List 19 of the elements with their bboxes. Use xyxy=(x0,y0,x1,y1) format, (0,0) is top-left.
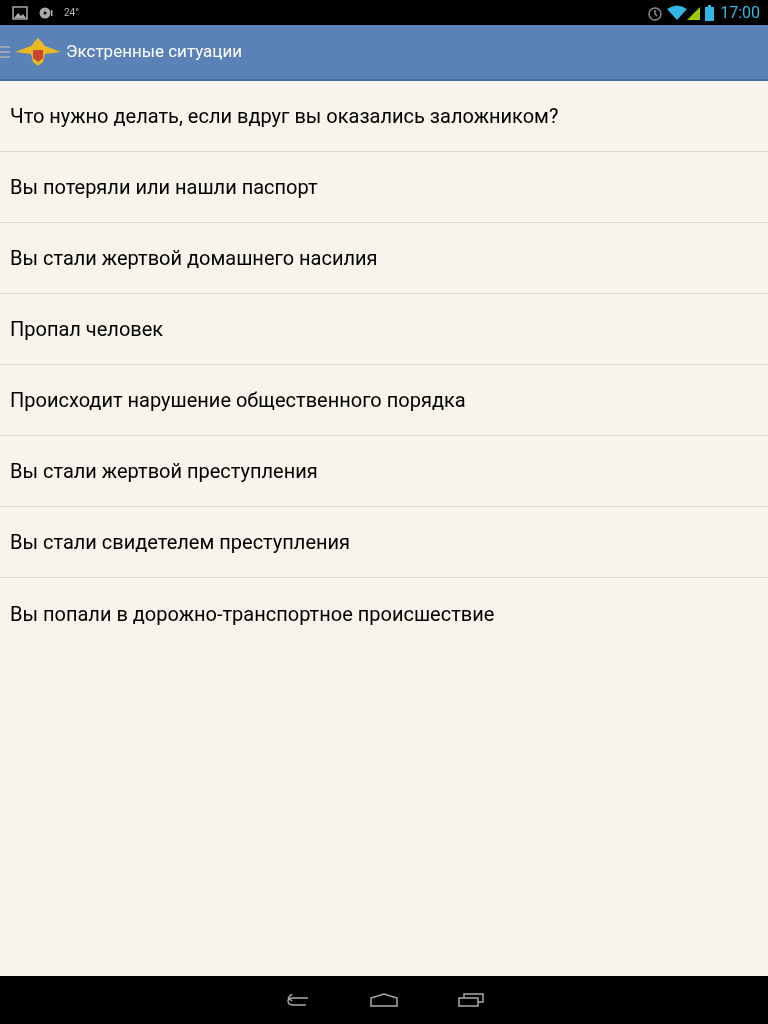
home-icon[interactable] xyxy=(370,993,398,1007)
list-item[interactable]: Происходит нарушение общественного порядка xyxy=(0,365,768,436)
clock-text: 17:00 xyxy=(720,1,760,24)
alarm-icon xyxy=(647,4,664,21)
recent-apps-icon[interactable] xyxy=(458,993,484,1007)
temperature-text: 24° xyxy=(64,6,79,20)
wifi-icon xyxy=(667,4,688,21)
list-item[interactable]: Вы стали жертвой домашнего насилия xyxy=(0,223,768,294)
picture-icon xyxy=(12,5,28,20)
back-icon[interactable] xyxy=(284,993,310,1007)
list-item[interactable]: Вы стали жертвой преступления xyxy=(0,436,768,507)
list-item[interactable]: Что нужно делать, если вдруг вы оказались заложником? xyxy=(0,81,768,152)
list-item[interactable]: Пропал человек xyxy=(0,294,768,365)
list-item[interactable]: Вы попали в дорожно-транспортное происшествие xyxy=(0,578,768,649)
list-item[interactable]: Вы стали свидетелем преступления xyxy=(0,507,768,578)
list-item[interactable]: Вы потеряли или нашли паспорт xyxy=(0,152,768,223)
disc-icon xyxy=(38,5,54,20)
screen-title: Экстренные ситуации xyxy=(66,40,243,64)
battery-icon xyxy=(705,4,715,21)
